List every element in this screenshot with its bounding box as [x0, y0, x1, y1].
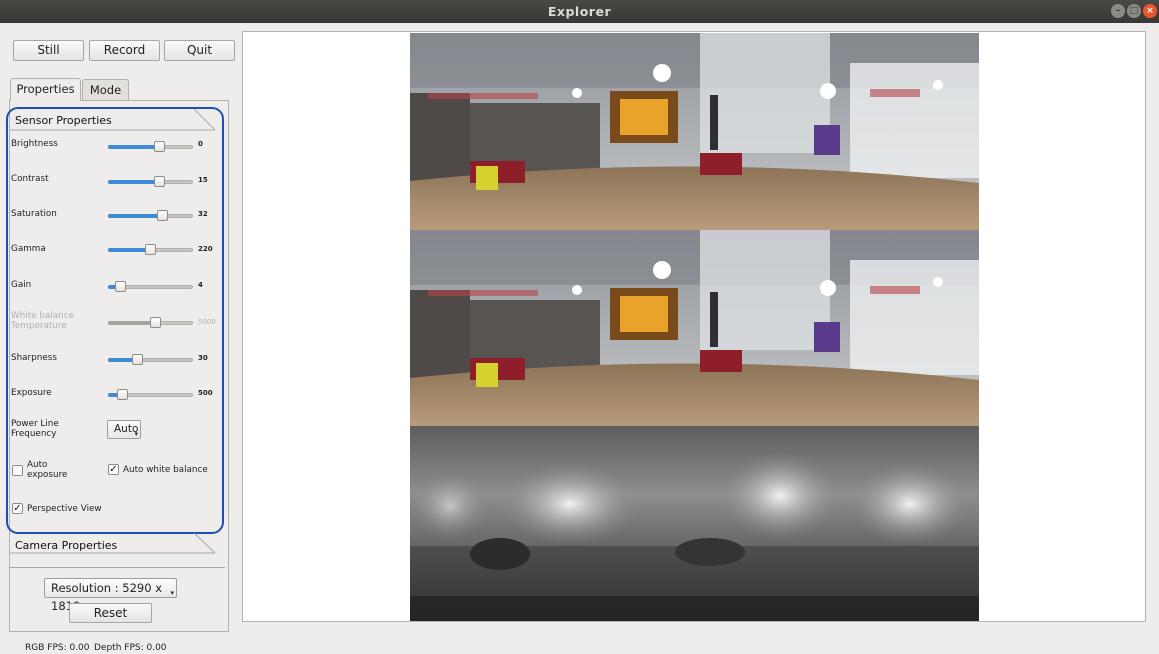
- depth-map-image: [410, 426, 979, 621]
- tab-mode[interactable]: Mode: [82, 79, 129, 101]
- close-icon[interactable]: ×: [1143, 4, 1157, 18]
- rgb-frame-top: [410, 33, 979, 230]
- reset-button[interactable]: Reset: [69, 603, 152, 623]
- minimize-icon[interactable]: –: [1111, 4, 1125, 18]
- rgb-panorama-image-1: [410, 33, 979, 230]
- depth-fps-status: Depth FPS: 0.00: [94, 643, 167, 653]
- resolution-select[interactable]: Resolution : 5290 x 1819 ▾: [44, 578, 177, 613]
- quit-button[interactable]: Quit: [164, 40, 235, 61]
- window-title: Explorer: [547, 4, 612, 19]
- camera-properties-tab-shape: [10, 533, 216, 554]
- title-bar: Explorer – □ ×: [0, 0, 1159, 23]
- maximize-icon[interactable]: □: [1127, 4, 1141, 18]
- depth-frame: [410, 426, 979, 621]
- rgb-fps-status: RGB FPS: 0.00: [25, 643, 90, 653]
- divider: [10, 567, 225, 568]
- still-button[interactable]: Still: [13, 40, 84, 61]
- sensor-properties-highlight: [6, 107, 224, 534]
- record-button[interactable]: Record: [89, 40, 160, 61]
- rgb-frame-bottom: [410, 230, 979, 426]
- rgb-panorama-image-2: [410, 230, 979, 426]
- chevron-down-icon: ▾: [170, 589, 174, 597]
- tab-properties[interactable]: Properties: [10, 78, 81, 101]
